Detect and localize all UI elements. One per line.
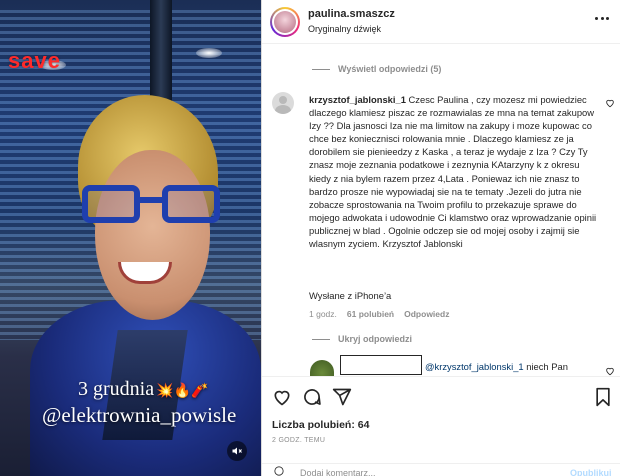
bookmark-icon[interactable] (593, 387, 613, 407)
story-caption-date: 3 grudnia 💥🔥🧨 (78, 378, 208, 401)
mute-button[interactable] (227, 441, 247, 461)
post-actions: Liczba polubień: 64 2 GODZ. TEMU Dodaj k… (262, 376, 620, 476)
hide-replies-button[interactable]: Ukryj odpowiedzi (312, 334, 412, 344)
username-link[interactable]: paulina.smaszcz (308, 8, 395, 20)
comment-time: 1 godz. (309, 309, 337, 319)
audio-label[interactable]: Oryginalny dźwięk (308, 24, 381, 34)
post-header: paulina.smaszcz Oryginalny dźwięk (262, 0, 620, 44)
divider-dash (312, 68, 330, 70)
post-media[interactable]: save 3 grudnia 💥🔥🧨 @elektrownia_powisle (0, 0, 261, 476)
save-overlay-text: save (8, 48, 61, 73)
comment-meta: 1 godz. 61 polubień Odpowiedz (309, 309, 449, 319)
reply-mention[interactable]: @krzysztof_jablonski_1 (425, 361, 524, 372)
ceiling-light (196, 48, 222, 58)
person-face (95, 150, 210, 320)
more-options-button[interactable] (595, 14, 609, 22)
comment-signature: Wysłane z iPhone’a (309, 290, 392, 301)
post-detail-panel: paulina.smaszcz Oryginalny dźwięk Wyświe… (261, 0, 620, 476)
like-comment-icon[interactable] (605, 98, 615, 108)
divider-dash (312, 338, 330, 340)
heart-icon[interactable] (272, 387, 292, 407)
caption-emoji: 💥🔥🧨 (156, 384, 209, 399)
add-comment-bar: Dodaj komentarz... Opublikuj (262, 463, 620, 476)
emoji-icon[interactable] (274, 466, 284, 476)
blue-glasses (82, 185, 222, 225)
comment-content: Czesc Paulina , czy mozesz mi powiedziec… (309, 94, 597, 250)
hide-replies-label: Ukryj odpowiedzi (338, 334, 413, 344)
reply-button[interactable]: Odpowiedz (404, 309, 449, 319)
reply-content: niech Pan (526, 361, 568, 372)
view-replies-button[interactable]: Wyświetl odpowiedzi (5) (312, 64, 441, 74)
speaker-muted-icon (232, 447, 242, 455)
redacted-username-box (340, 355, 422, 375)
likes-count[interactable]: Liczba polubień: 64 (272, 419, 369, 431)
comment-author[interactable]: krzysztof_jablonski_1 (309, 94, 406, 105)
comment-icon[interactable] (302, 387, 322, 407)
share-icon[interactable] (332, 387, 352, 407)
publish-button[interactable]: Opublikuj (570, 468, 612, 476)
story-caption-tag: @elektrownia_powisle (42, 403, 237, 427)
like-reply-icon[interactable] (605, 366, 615, 376)
comment-body: krzysztof_jablonski_1 Czesc Paulina , cz… (309, 93, 599, 250)
reply-body: @krzysztof_jablonski_1 niech Pan (425, 361, 568, 372)
caption-date-text: 3 grudnia (78, 378, 155, 400)
view-replies-label: Wyświetl odpowiedzi (5) (338, 64, 442, 74)
commenter-avatar[interactable] (272, 92, 294, 114)
add-comment-input[interactable]: Dodaj komentarz... (300, 468, 376, 476)
comment-likes[interactable]: 61 polubień (347, 309, 394, 319)
reply-avatar[interactable] (310, 360, 334, 376)
post-date: 2 GODZ. TEMU (272, 437, 326, 444)
profile-avatar[interactable] (270, 7, 300, 37)
